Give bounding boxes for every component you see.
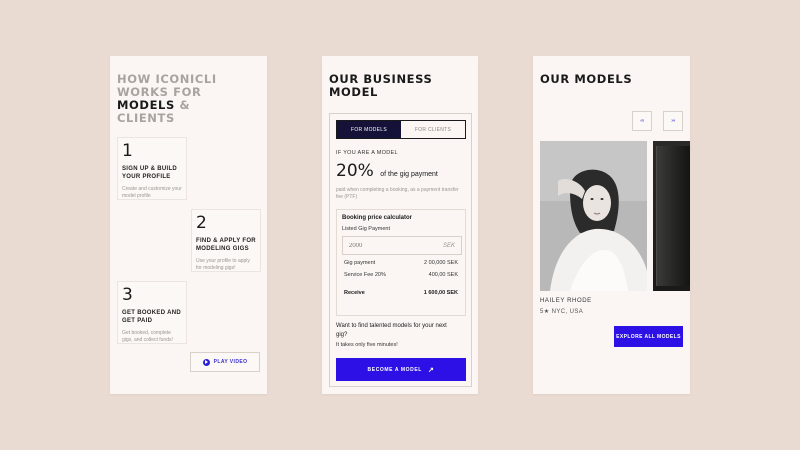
play-video-label: PLAY VIDEO — [213, 359, 248, 365]
takes-five-text: It takes only five minutes! — [336, 342, 398, 348]
find-models-text: Want to find talented models for your ne… — [336, 323, 447, 338]
gig-payment-label: Listed Gig Payment — [342, 226, 390, 232]
title-line-4: CLIENTS — [117, 111, 175, 125]
tab-for-clients[interactable]: FOR CLIENTS — [401, 121, 465, 138]
step-title: FIND & APPLY FOR MODELING GIGS — [196, 238, 256, 252]
title-line-2: MODEL — [329, 85, 378, 99]
calc-row-value: 2 00,000 SEK — [424, 260, 458, 266]
chevron-left-icon: ‹‹‹ — [640, 118, 644, 124]
fee-description: paid when completing a booking, as a pay… — [336, 187, 459, 200]
gig-payment-field: SEK — [342, 236, 462, 255]
fee-percent: 20% — [336, 161, 374, 181]
our-models-title: OUR MODELS — [540, 72, 633, 86]
step-card-2: 2 FIND & APPLY FOR MODELING GIGS Use you… — [191, 209, 261, 272]
arrow-up-right-icon: ↗ — [427, 366, 435, 374]
business-model-panel: FOR MODELS FOR CLIENTS IF YOU ARE A MODE… — [329, 113, 472, 387]
step-card-1: 1 SIGN UP & BUILD YOUR PROFILE Create an… — [117, 137, 187, 200]
play-video-button[interactable]: PLAY VIDEO — [190, 352, 260, 372]
tab-for-models[interactable]: FOR MODELS — [337, 121, 401, 138]
calc-row-label: Service Fee 20% — [344, 272, 386, 278]
carousel-prev-button[interactable]: ‹‹‹ — [632, 111, 652, 131]
step-number: 3 — [122, 285, 133, 305]
calculator-title: Booking price calculator — [342, 215, 413, 221]
calc-row-service-fee: Service Fee 20% 400,00 SEK — [342, 272, 460, 278]
step-title: SIGN UP & BUILD YOUR PROFILE — [122, 166, 178, 180]
receive-value: 1 600,00 SEK — [423, 290, 458, 296]
how-it-works-card: HOW ICONICLI WORKS FOR MODELS & CLIENTS … — [110, 56, 267, 394]
step-description: Create and customize your model profile — [122, 186, 182, 199]
model-photo-next-image — [656, 146, 690, 286]
step-number: 1 — [122, 141, 133, 161]
carousel-next-button[interactable]: ››› — [663, 111, 683, 131]
step-title: GET BOOKED AND GET PAID — [122, 310, 181, 324]
our-models-card: OUR MODELS ‹‹‹ ››› HAILEY RHODE 5★ NYC, … — [533, 56, 690, 394]
calc-row-receive: Receive 1 600,00 SEK — [342, 290, 460, 296]
become-model-button[interactable]: BECOME A MODEL ↗ — [336, 358, 466, 381]
if-model-label: IF YOU ARE A MODEL — [336, 150, 398, 156]
chevron-right-icon: ››› — [671, 118, 675, 124]
play-icon — [202, 358, 210, 366]
explore-label: EXPLORE ALL MODELS — [616, 333, 681, 340]
calc-row-value: 400,00 SEK — [428, 272, 458, 278]
model-photo[interactable] — [540, 141, 647, 291]
business-model-card: OUR BUSINESS MODEL FOR MODELS FOR CLIENT… — [322, 56, 478, 394]
fee-percent-line: 20% of the gig payment — [336, 161, 438, 181]
title-models: MODELS — [117, 98, 175, 112]
step-card-3: 3 GET BOOKED AND GET PAID Get booked, co… — [117, 281, 187, 344]
receive-label: Receive — [344, 290, 365, 296]
gig-payment-input[interactable] — [349, 242, 419, 249]
how-it-works-title: HOW ICONICLI WORKS FOR MODELS & CLIENTS — [117, 73, 257, 125]
calc-row-gig-payment: Gig payment 2 00,000 SEK — [342, 260, 460, 266]
fee-percent-suffix: of the gig payment — [380, 171, 438, 178]
model-name: HAILEY RHODE — [540, 298, 592, 304]
model-rating-location: 5★ NYC, USA — [540, 309, 584, 315]
currency-label: SEK — [442, 242, 455, 249]
calc-row-label: Gig payment — [344, 260, 376, 266]
model-photo-next[interactable] — [653, 141, 690, 291]
title-ampersand: & — [174, 98, 191, 112]
audience-tabs: FOR MODELS FOR CLIENTS — [336, 120, 466, 139]
model-portrait-image — [540, 141, 647, 291]
step-description: Get booked, complete gigs, and collect f… — [122, 330, 173, 343]
become-model-label: BECOME A MODEL — [367, 366, 422, 373]
business-model-title: OUR BUSINESS MODEL — [329, 73, 469, 99]
price-calculator: Booking price calculator Listed Gig Paym… — [336, 209, 466, 316]
step-number: 2 — [196, 213, 207, 233]
step-description: Use your profile to apply for modeling g… — [196, 258, 250, 271]
explore-all-models-button[interactable]: EXPLORE ALL MODELS — [614, 326, 683, 347]
